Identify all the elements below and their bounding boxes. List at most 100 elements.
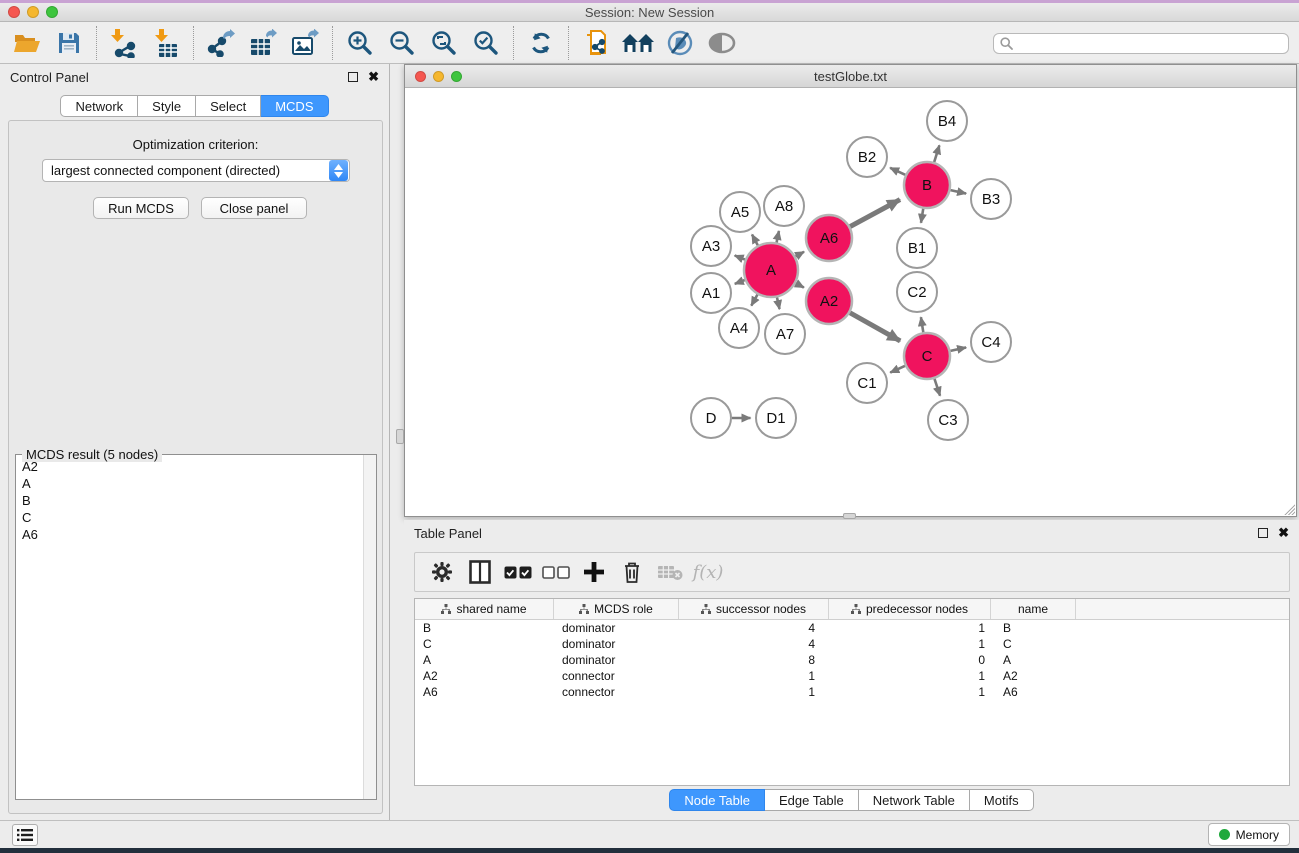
search-input[interactable]	[1018, 37, 1282, 51]
result-scrollbar[interactable]	[363, 455, 376, 799]
column-header-successor-nodes[interactable]: successor nodes	[679, 599, 829, 619]
export-table-icon[interactable]	[245, 26, 281, 60]
graph-node-C4[interactable]: C4	[971, 322, 1011, 362]
minimize-network-button[interactable]	[433, 71, 444, 82]
edge-A-A8[interactable]	[777, 231, 779, 243]
graph-node-C3[interactable]: C3	[928, 400, 968, 440]
graph-node-D1[interactable]: D1	[756, 398, 796, 438]
close-panel-button[interactable]: Close panel	[201, 197, 307, 219]
edge-C-C3[interactable]	[934, 379, 940, 396]
float-panel-icon[interactable]	[348, 72, 358, 82]
search-box[interactable]	[993, 33, 1289, 54]
table-cell[interactable]: 4	[679, 637, 829, 651]
zoom-selected-icon[interactable]	[468, 26, 504, 60]
gear-icon[interactable]	[425, 557, 459, 587]
tab-style[interactable]: Style	[138, 95, 196, 117]
vertical-divider-handle[interactable]	[396, 429, 404, 444]
result-list-item[interactable]: B	[17, 492, 362, 509]
graph-node-B4[interactable]: B4	[927, 101, 967, 141]
table-row[interactable]: Cdominator41C	[415, 636, 1289, 652]
table-tab-motifs[interactable]: Motifs	[970, 789, 1034, 811]
edge-A6-B[interactable]	[850, 200, 900, 227]
graph-node-B2[interactable]: B2	[847, 137, 887, 177]
table-cell[interactable]: 1	[829, 637, 991, 651]
table-cell[interactable]: A2	[991, 669, 1076, 683]
refresh-view-icon[interactable]	[523, 26, 559, 60]
zoom-network-button[interactable]	[451, 71, 462, 82]
edge-A-A2[interactable]	[796, 283, 804, 287]
save-session-icon[interactable]	[51, 26, 87, 60]
import-network-icon[interactable]	[106, 26, 142, 60]
graph-node-A[interactable]: A	[744, 243, 798, 297]
graph-node-C[interactable]: C	[904, 333, 950, 379]
open-session-icon[interactable]	[9, 26, 45, 60]
tab-select[interactable]: Select	[196, 95, 261, 117]
task-history-button[interactable]	[12, 824, 38, 846]
graph-node-A2[interactable]: A2	[806, 278, 852, 324]
edge-C-C2[interactable]	[921, 317, 923, 332]
table-tab-edge-table[interactable]: Edge Table	[765, 789, 859, 811]
table-cell[interactable]: A6	[415, 685, 554, 699]
table-row[interactable]: Bdominator41B	[415, 620, 1289, 636]
criterion-dropdown[interactable]: largest connected component (directed)	[42, 159, 350, 182]
destroy-table-icon[interactable]	[653, 557, 687, 587]
edge-B-B2[interactable]	[890, 168, 905, 175]
graphics-details-icon[interactable]	[662, 26, 698, 60]
unselect-all-icon[interactable]	[539, 557, 573, 587]
edge-A-A1[interactable]	[735, 280, 745, 284]
graph-node-A8[interactable]: A8	[764, 186, 804, 226]
zoom-in-icon[interactable]	[342, 26, 378, 60]
zoom-fit-icon[interactable]	[426, 26, 462, 60]
resize-grip[interactable]	[1282, 502, 1295, 515]
table-row[interactable]: A2connector11A2	[415, 668, 1289, 684]
close-window-button[interactable]	[8, 6, 20, 18]
table-cell[interactable]: 1	[679, 685, 829, 699]
column-header-predecessor-nodes[interactable]: predecessor nodes	[829, 599, 991, 619]
graph-node-A4[interactable]: A4	[719, 308, 759, 348]
table-cell[interactable]: A6	[991, 685, 1076, 699]
table-cell[interactable]: 8	[679, 653, 829, 667]
table-cell[interactable]: A	[991, 653, 1076, 667]
zoom-window-button[interactable]	[46, 6, 58, 18]
minimize-window-button[interactable]	[27, 6, 39, 18]
column-header-name[interactable]: name	[991, 599, 1076, 619]
graph-node-A5[interactable]: A5	[720, 192, 760, 232]
table-cell[interactable]: B	[991, 621, 1076, 635]
run-mcds-button[interactable]: Run MCDS	[93, 197, 189, 219]
birds-eye-icon[interactable]	[704, 26, 740, 60]
edge-C-C1[interactable]	[890, 366, 905, 373]
tab-network[interactable]: Network	[60, 95, 138, 117]
table-cell[interactable]: 1	[829, 621, 991, 635]
result-list-item[interactable]: A	[17, 475, 362, 492]
tab-mcds[interactable]: MCDS	[261, 95, 328, 117]
horizontal-divider-handle[interactable]	[843, 513, 856, 519]
result-list-item[interactable]: A6	[17, 526, 362, 543]
memory-button[interactable]: Memory	[1208, 823, 1290, 846]
table-row[interactable]: Adominator80A	[415, 652, 1289, 668]
table-cell[interactable]: dominator	[554, 637, 679, 651]
table-tab-network-table[interactable]: Network Table	[859, 789, 970, 811]
zoom-out-icon[interactable]	[384, 26, 420, 60]
edge-C-C4[interactable]	[950, 347, 966, 350]
column-header-shared-name[interactable]: shared name	[415, 599, 554, 619]
edge-A-A6[interactable]	[796, 252, 805, 257]
table-cell[interactable]: 1	[829, 685, 991, 699]
table-cell[interactable]: connector	[554, 669, 679, 683]
graph-node-D[interactable]: D	[691, 398, 731, 438]
graph-node-A7[interactable]: A7	[765, 314, 805, 354]
home-icon[interactable]	[620, 26, 656, 60]
graph-node-A6[interactable]: A6	[806, 215, 852, 261]
column-header-MCDS-role[interactable]: MCDS role	[554, 599, 679, 619]
delete-column-icon[interactable]	[615, 557, 649, 587]
table-row[interactable]: A6connector11A6	[415, 684, 1289, 700]
graph-node-A1[interactable]: A1	[691, 273, 731, 313]
close-network-button[interactable]	[415, 71, 426, 82]
table-cell[interactable]: C	[991, 637, 1076, 651]
table-cell[interactable]: connector	[554, 685, 679, 699]
result-list-item[interactable]: C	[17, 509, 362, 526]
graph-node-B3[interactable]: B3	[971, 179, 1011, 219]
export-image-icon[interactable]	[287, 26, 323, 60]
table-cell[interactable]: dominator	[554, 621, 679, 635]
edge-B-B1[interactable]	[921, 209, 923, 223]
table-cell[interactable]: 4	[679, 621, 829, 635]
